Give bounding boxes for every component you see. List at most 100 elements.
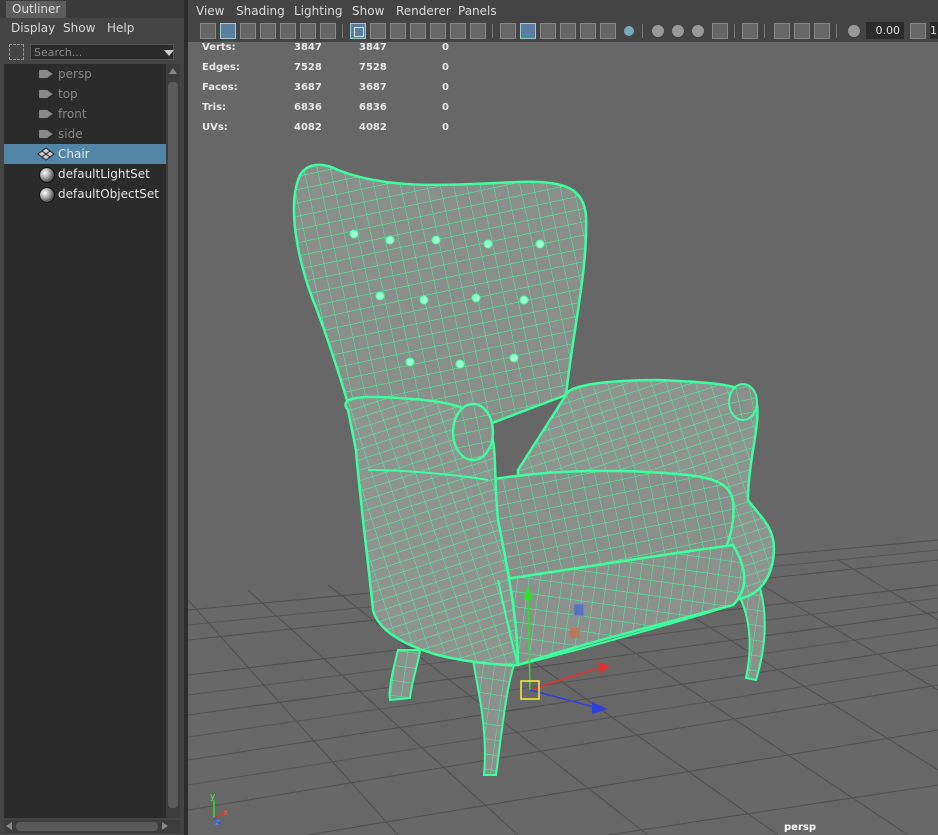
safe-action-icon[interactable] — [410, 23, 426, 39]
outliner-horizontal-scrollbar[interactable] — [4, 820, 180, 833]
hud-label: Tris: — [202, 102, 227, 113]
2d-pan-zoom-icon[interactable] — [280, 23, 296, 39]
wireframe-icon[interactable] — [500, 23, 516, 39]
tree-item-label: Chair — [58, 147, 90, 161]
hud-value: 6836 — [359, 102, 387, 113]
xray-icon[interactable] — [742, 23, 758, 39]
toolbar-separator — [836, 24, 837, 38]
exposure-field[interactable]: 0.00 — [866, 22, 904, 39]
hud-value: 4082 — [294, 122, 322, 133]
exposure-icon[interactable] — [848, 25, 860, 37]
camera-attributes-icon[interactable] — [220, 23, 236, 39]
hud-value: 0 — [442, 82, 449, 93]
tree-item-label: front — [58, 107, 87, 121]
scroll-up-icon[interactable] — [169, 68, 177, 74]
mesh-icon — [37, 147, 55, 161]
tree-item-top[interactable]: top — [4, 84, 166, 104]
isolate-select-icon[interactable] — [712, 23, 728, 39]
scroll-thumb[interactable] — [16, 822, 158, 831]
hud-label: Edges: — [202, 62, 240, 73]
outliner-vertical-scrollbar[interactable] — [166, 64, 180, 818]
tree-item-defaultlightset[interactable]: defaultLightSet — [4, 164, 166, 184]
tree-item-chair[interactable]: Chair — [4, 144, 166, 164]
tree-item-label: defaultObjectSet — [58, 187, 160, 201]
tree-item-persp[interactable]: persp — [4, 64, 166, 84]
anti-aliasing-icon[interactable] — [672, 25, 684, 37]
tree-item-label: defaultLightSet — [58, 167, 150, 181]
camera-name-label: persp — [784, 822, 816, 833]
toolbar-separator — [642, 24, 643, 38]
motion-blur-icon[interactable] — [652, 25, 664, 37]
scroll-left-icon[interactable] — [6, 822, 12, 830]
safe-title-icon[interactable] — [430, 23, 446, 39]
scroll-right-icon[interactable] — [162, 822, 168, 830]
hud-value: 3687 — [294, 82, 322, 93]
xray-active-components-icon[interactable] — [794, 23, 810, 39]
scroll-thumb[interactable] — [168, 82, 178, 808]
tree-item-defaultobjectset[interactable]: defaultObjectSet — [4, 184, 166, 204]
grid-icon[interactable] — [350, 23, 366, 39]
menu-shading[interactable]: Shading — [236, 4, 285, 18]
hud-value: 0 — [442, 102, 449, 113]
gamma-icon[interactable] — [910, 23, 926, 39]
hud-value: 0 — [442, 62, 449, 73]
hud-label: Verts: — [202, 42, 236, 53]
set-icon — [39, 187, 55, 203]
bookmarks-icon[interactable] — [240, 23, 256, 39]
gate-mask-icon[interactable] — [450, 23, 466, 39]
set-icon — [39, 167, 55, 183]
shadows-icon[interactable] — [600, 23, 616, 39]
ambient-occlusion-icon[interactable] — [624, 26, 634, 36]
select-camera-icon[interactable] — [200, 23, 216, 39]
hud-value: 3847 — [294, 42, 322, 53]
tree-item-front[interactable]: front — [4, 104, 166, 124]
use-all-lights-icon[interactable] — [580, 23, 596, 39]
menu-display[interactable]: Display — [11, 21, 55, 35]
hud-value: 7528 — [359, 62, 387, 73]
hud-label: UVs: — [202, 122, 228, 133]
outliner-menubar: Display Show Help — [0, 18, 184, 40]
menu-panels[interactable]: Panels — [458, 4, 497, 18]
camera-icon — [39, 90, 53, 98]
xray-joints-icon[interactable] — [774, 23, 790, 39]
image-plane-icon[interactable] — [260, 23, 276, 39]
tab-outliner[interactable]: Outliner — [6, 1, 67, 18]
backface-culling-icon[interactable] — [814, 23, 830, 39]
hud-value: 4082 — [359, 122, 387, 133]
wireframe-on-shaded-icon[interactable] — [540, 23, 556, 39]
grease-pencil-icon[interactable] — [300, 23, 316, 39]
hud-value: 0 — [442, 122, 449, 133]
camera-icon — [39, 110, 53, 118]
hud-row-tris: Tris: 6836 6836 0 — [202, 102, 462, 122]
viewport-menubar: View Shading Lighting Show Renderer Pane… — [188, 0, 938, 20]
hud-row-faces: Faces: 3687 3687 0 — [202, 82, 462, 102]
depth-of-field-icon[interactable] — [692, 25, 704, 37]
menu-show[interactable]: Show — [352, 4, 384, 18]
tree-item-label: persp — [58, 67, 92, 81]
smooth-shade-icon[interactable] — [520, 23, 536, 39]
menu-help[interactable]: Help — [107, 21, 134, 35]
resolution-gate-icon[interactable] — [320, 23, 336, 39]
hud-value: 3847 — [359, 42, 387, 53]
filter-icon[interactable] — [9, 44, 24, 60]
search-input[interactable]: Search... — [30, 44, 174, 60]
menu-show[interactable]: Show — [63, 21, 95, 35]
outliner-tabbar: Outliner — [0, 0, 184, 18]
textured-icon[interactable] — [560, 23, 576, 39]
tree-item-side[interactable]: side — [4, 124, 166, 144]
viewport-panel[interactable]: y x z View Shading Lighting Show Rendere… — [188, 0, 938, 835]
menu-view[interactable]: View — [196, 4, 224, 18]
film-gate-icon[interactable] — [370, 23, 386, 39]
text-icon[interactable] — [470, 23, 486, 39]
search-dropdown-icon[interactable] — [164, 50, 174, 56]
menu-renderer[interactable]: Renderer — [396, 4, 451, 18]
search-placeholder: Search... — [34, 46, 83, 59]
menu-lighting[interactable]: Lighting — [294, 4, 343, 18]
gamma-field[interactable]: 1 — [930, 22, 938, 39]
hud-row-edges: Edges: 7528 7528 0 — [202, 62, 462, 82]
toolbar-separator — [492, 24, 493, 38]
tree-item-label: top — [58, 87, 78, 101]
toolbar-separator — [342, 24, 343, 38]
hud-row-verts: Verts: 3847 3847 0 — [202, 42, 462, 62]
field-chart-icon[interactable] — [390, 23, 406, 39]
